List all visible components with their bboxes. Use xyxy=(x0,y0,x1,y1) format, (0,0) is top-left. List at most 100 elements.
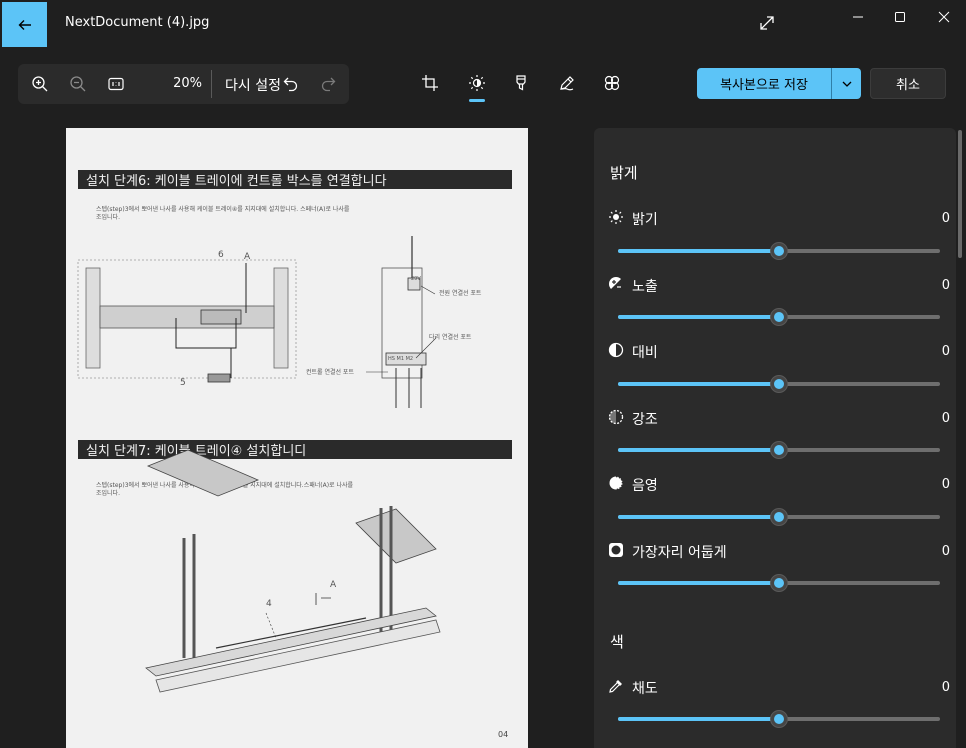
undo-icon xyxy=(283,77,298,92)
save-copy-split-button: 복사본으로 저장 xyxy=(697,68,861,99)
exposure-icon xyxy=(608,276,624,292)
zoom-out-button[interactable] xyxy=(68,74,88,94)
close-button[interactable] xyxy=(932,6,956,28)
draw-tool-button[interactable] xyxy=(557,73,577,93)
doc-label-4: 4 xyxy=(266,599,272,609)
slider-thumb[interactable] xyxy=(770,308,788,326)
back-button[interactable] xyxy=(2,2,47,47)
chevron-down-icon xyxy=(842,81,851,87)
doc-label-29v: 29V xyxy=(411,276,421,282)
minimize-icon xyxy=(853,16,863,18)
reset-button[interactable]: 다시 설정 xyxy=(225,75,281,95)
save-options-button[interactable] xyxy=(832,68,861,99)
section-heading-light: 밝게 xyxy=(610,164,638,182)
slider-thumb[interactable] xyxy=(770,375,788,393)
slider-fill xyxy=(618,717,779,721)
markup-tool-button[interactable] xyxy=(511,73,531,93)
effects-tool-button[interactable] xyxy=(602,73,622,93)
fullscreen-button[interactable] xyxy=(757,13,777,33)
effects-icon xyxy=(604,75,620,91)
document-image[interactable]: 설치 단계6: 케이블 트레이에 컨트롤 박스를 연결합니다 스텝(step)3… xyxy=(66,128,528,748)
doc-label-6: 6 xyxy=(218,250,224,260)
section-heading-color: 색 xyxy=(610,633,624,651)
diagram-step7 xyxy=(145,449,441,693)
window-title: NextDocument (4).jpg xyxy=(65,15,210,30)
zoom-in-icon xyxy=(32,76,48,92)
diagram-step6 xyxy=(77,236,437,408)
slider-thumb[interactable] xyxy=(770,710,788,728)
zoom-in-button[interactable] xyxy=(30,74,50,94)
exposure-slider[interactable] xyxy=(618,308,940,326)
panel-scrollbar[interactable] xyxy=(958,130,962,258)
adjust-label-vignette: 가장자리 어둡게 xyxy=(632,545,727,561)
zoom-level: 20% xyxy=(173,76,202,91)
slider-fill xyxy=(618,448,779,452)
adjust-value-exposure: 0 xyxy=(941,278,950,293)
adjust-label-contrast: 대비 xyxy=(632,345,658,361)
adjust-value-saturation: 0 xyxy=(941,680,950,695)
shadows-slider[interactable] xyxy=(618,508,940,526)
doc-label-a-bottom: A xyxy=(330,580,337,590)
slider-thumb[interactable] xyxy=(770,508,788,526)
slider-fill xyxy=(618,382,779,386)
arrow-left-icon xyxy=(18,19,31,30)
zoom-out-icon xyxy=(70,76,86,92)
shadows-icon xyxy=(608,475,624,491)
cancel-button[interactable]: 취소 xyxy=(870,68,946,99)
adjust-label-saturation: 채도 xyxy=(632,681,658,697)
marker-icon xyxy=(516,75,526,91)
slider-fill xyxy=(618,581,779,585)
maximize-icon xyxy=(895,12,905,22)
adjust-value-contrast: 0 xyxy=(941,344,950,359)
adjust-value-shadows: 0 xyxy=(941,477,950,492)
doc-page-number: 04 xyxy=(498,730,509,739)
actual-size-button[interactable] xyxy=(106,74,126,94)
highlights-icon xyxy=(608,409,624,425)
maximize-button[interactable] xyxy=(888,6,912,28)
saturation-slider[interactable] xyxy=(618,710,940,728)
expand-icon xyxy=(760,16,774,30)
adjust-label-brightness: 밝기 xyxy=(632,212,658,228)
undo-button[interactable] xyxy=(281,74,301,94)
adjustment-panel: 밝게 밝기 0 노출 0 대비 0 강조 0 음영 0 가장자리 어둡게 0 색… xyxy=(594,128,956,748)
doc-label-power-port: 전원 연결선 포트 xyxy=(439,290,482,297)
pen-icon xyxy=(560,76,574,91)
zoom-toolbar: 20% 다시 설정 xyxy=(18,64,349,104)
brightness-slider[interactable] xyxy=(618,242,940,260)
vignette-slider[interactable] xyxy=(618,574,940,592)
slider-fill xyxy=(618,515,779,519)
adjust-label-exposure: 노출 xyxy=(632,279,658,295)
slider-thumb[interactable] xyxy=(770,574,788,592)
sun-icon xyxy=(608,209,624,225)
highlights-slider[interactable] xyxy=(618,441,940,459)
slider-thumb[interactable] xyxy=(770,242,788,260)
redo-icon xyxy=(321,77,336,92)
adjust-value-vignette: 0 xyxy=(941,544,950,559)
brightness-icon xyxy=(469,75,485,91)
minimize-button[interactable] xyxy=(846,6,870,28)
title-bar: NextDocument (4).jpg xyxy=(0,0,966,48)
active-tool-indicator xyxy=(469,99,485,102)
contrast-slider[interactable] xyxy=(618,375,940,393)
adjust-tool-button[interactable] xyxy=(467,73,487,93)
slider-thumb[interactable] xyxy=(770,441,788,459)
contrast-icon xyxy=(608,342,624,358)
redo-button[interactable] xyxy=(318,74,338,94)
slider-fill xyxy=(618,315,779,319)
crop-icon xyxy=(422,75,438,91)
adjust-label-highlights: 강조 xyxy=(632,412,658,428)
doc-label-5: 5 xyxy=(180,378,186,388)
doc-label-leg-port: 다리 연결선 포트 xyxy=(429,334,472,341)
slider-fill xyxy=(618,249,779,253)
close-icon xyxy=(938,11,950,23)
vignette-icon xyxy=(608,542,624,558)
adjust-value-highlights: 0 xyxy=(941,411,950,426)
save-copy-button[interactable]: 복사본으로 저장 xyxy=(697,68,831,99)
doc-label-control-port: 컨트롤 연결선 포트 xyxy=(306,369,354,376)
crop-tool-button[interactable] xyxy=(420,73,440,93)
actual-size-icon xyxy=(108,77,124,91)
eyedropper-icon xyxy=(608,678,624,694)
adjust-label-shadows: 음영 xyxy=(632,478,658,494)
adjust-value-brightness: 0 xyxy=(941,211,950,226)
doc-label-ports: HS M1 M2 xyxy=(388,356,414,362)
